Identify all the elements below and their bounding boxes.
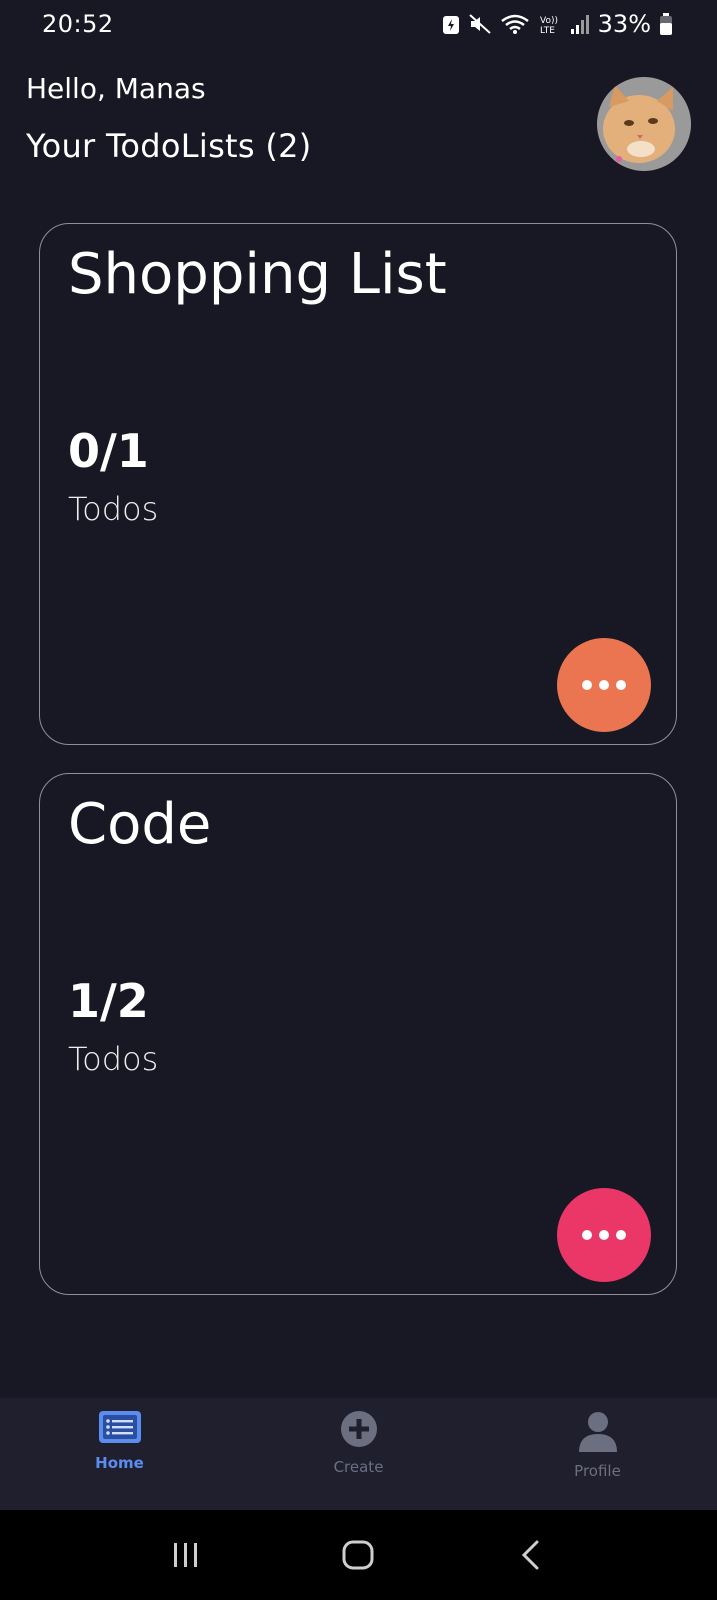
back-icon [521,1540,539,1570]
bottom-navigation: Home Create Profile [0,1398,717,1510]
svg-text:LTE: LTE [540,26,555,35]
more-options-button[interactable] [557,638,651,732]
battery-percent: 33% [597,10,651,38]
home-icon [342,1540,374,1570]
more-options-button[interactable] [557,1188,651,1282]
nav-label-create: Create [333,1458,384,1476]
battery-icon [659,12,673,36]
todo-count-label: Todos [68,1040,159,1078]
card-title: Code [68,792,212,857]
svg-text:Vo)): Vo)) [540,16,558,26]
volte-icon: Vo)) LTE [538,13,562,35]
back-button[interactable] [501,1525,561,1585]
recent-apps-button[interactable] [156,1525,216,1585]
person-icon [577,1410,619,1456]
avatar[interactable] [597,77,691,171]
header: Hello, Manas Your TodoLists (2) [26,72,312,165]
nav-label-home: Home [95,1454,144,1472]
mute-icon [468,13,492,35]
nav-item-profile[interactable]: Profile [478,1398,717,1510]
nav-item-home[interactable]: Home [0,1398,239,1510]
recent-apps-icon [174,1543,198,1567]
page-title: Your TodoLists (2) [26,127,312,165]
todo-list-card[interactable]: Shopping List 0/1 Todos [39,223,677,745]
status-bar: 20:52 Vo)) LTE 33% [0,0,717,48]
todo-count: 1/2 [68,974,149,1028]
more-icon [582,680,592,690]
todo-list-card[interactable]: Code 1/2 Todos [39,773,677,1295]
more-icon [582,1230,592,1240]
todo-count: 0/1 [68,424,149,478]
card-title: Shopping List [68,242,447,307]
todo-count-label: Todos [68,490,159,528]
home-button[interactable] [328,1525,388,1585]
greeting: Hello, Manas [26,72,206,105]
signal-icon [570,13,590,35]
battery-saver-icon [442,13,460,35]
nav-item-create[interactable]: Create [239,1398,478,1510]
system-navigation-bar [0,1510,717,1600]
plus-circle-icon [340,1410,378,1452]
cat-photo [597,77,691,171]
status-icons: Vo)) LTE 33% [442,10,673,38]
status-time: 20:52 [42,10,114,38]
list-icon [98,1410,142,1448]
nav-label-profile: Profile [574,1462,621,1480]
wifi-icon [500,13,530,35]
